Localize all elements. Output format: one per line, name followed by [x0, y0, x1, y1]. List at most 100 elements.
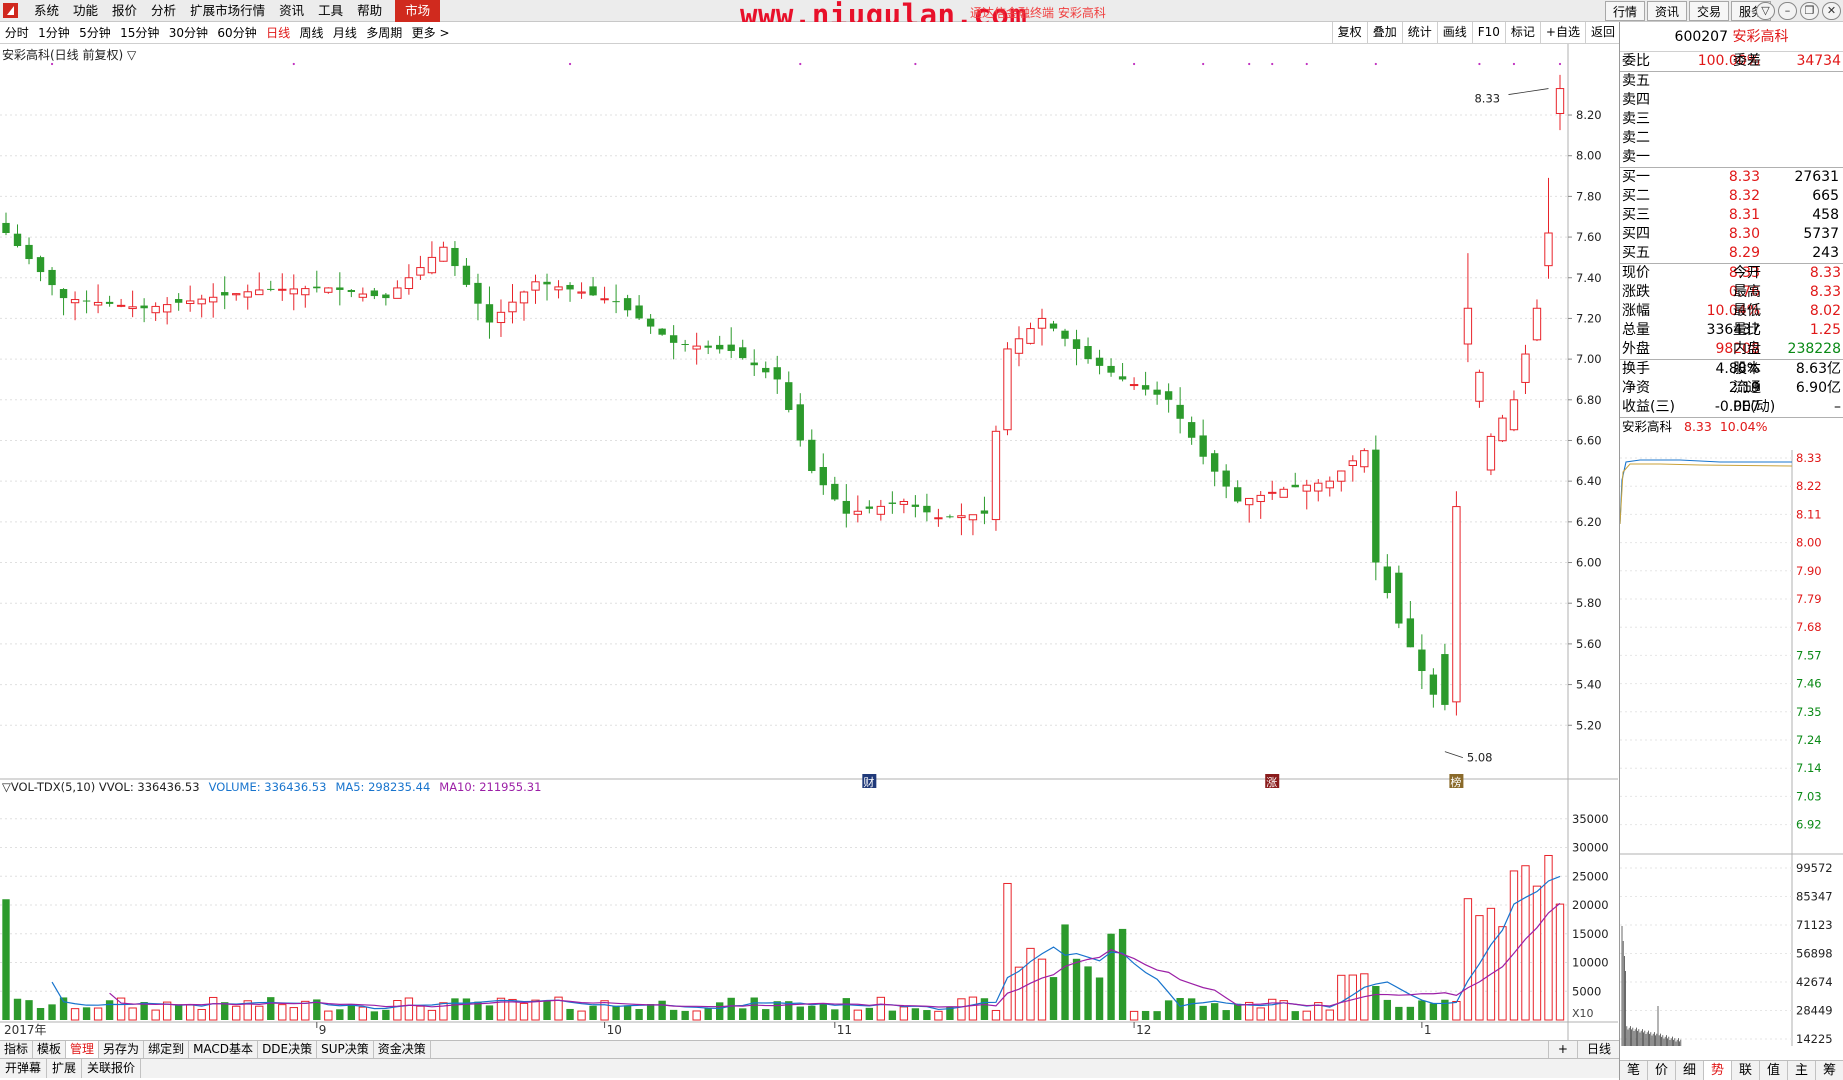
top-button[interactable]: 行情	[1604, 1, 1645, 21]
mini-volume-label: 56898	[1796, 947, 1833, 961]
tool-button[interactable]: 叠加	[1366, 22, 1402, 44]
menu-icon[interactable]: ▽	[1756, 2, 1775, 20]
period-tab[interactable]: 60分钟	[213, 22, 262, 44]
kline-chart[interactable]: 8.20 8.00 7.80 7.60 7.40 7.20 7.00 6.80 6.60 6.40…	[0, 44, 1620, 1040]
period-tab[interactable]: 日线	[261, 22, 294, 44]
mini-price-label: 8.33	[1796, 451, 1822, 465]
period-tab[interactable]: 分时	[0, 22, 33, 44]
indicator-tab[interactable]: SUP决策	[317, 1041, 374, 1058]
volume-bar	[589, 1005, 597, 1020]
volume-bar	[1061, 924, 1069, 1020]
quote-tab[interactable]: 价	[1648, 1061, 1676, 1080]
indicator-tab-right-item[interactable]: +	[1547, 1041, 1577, 1058]
period-tab[interactable]: 1分钟	[33, 22, 74, 44]
vol-indicator-name[interactable]: ▽VOL-TDX(5,10) VVOL: 336436.53	[2, 780, 200, 794]
indicator-tab[interactable]: MACD基本	[189, 1041, 259, 1058]
indicator-tab-right-item[interactable]: 日线	[1576, 1041, 1620, 1058]
volume-bar	[1049, 977, 1058, 1020]
top-button[interactable]: 资讯	[1646, 1, 1687, 21]
order-label: 买三	[1622, 207, 1650, 223]
stat-label: 最低	[1733, 303, 1761, 319]
extra-tab[interactable]: 开弹幕	[0, 1059, 48, 1078]
info-dot	[1558, 62, 1562, 66]
mini-price-label: 7.35	[1796, 705, 1822, 719]
period-tab[interactable]: 月线	[328, 22, 361, 44]
candle-body	[1141, 385, 1150, 390]
indicator-tab[interactable]: 管理	[66, 1041, 100, 1058]
indicator-tab[interactable]: 另存为	[99, 1041, 145, 1058]
order-price: 8.31	[1728, 207, 1760, 223]
volume-bar	[773, 1001, 781, 1020]
menu-item-market[interactable]: 市场	[395, 0, 441, 22]
tool-button[interactable]: 标记	[1504, 22, 1540, 44]
candle-body	[162, 304, 172, 313]
chart-title[interactable]: 安彩高科(日线 前复权) ▽	[2, 46, 136, 63]
volume-bar	[1014, 966, 1024, 1021]
indicator-tab[interactable]: 模板	[33, 1041, 67, 1058]
candle-body	[70, 299, 80, 304]
menu-item[interactable]: 系统	[27, 0, 66, 22]
quote-tab[interactable]: 细	[1676, 1061, 1704, 1080]
volume-bar	[197, 1008, 206, 1021]
window-controls: ▽ – ❐ ✕	[1753, 2, 1841, 20]
quote-tab[interactable]: 势	[1704, 1061, 1732, 1080]
indicator-tab[interactable]: 资金决策	[374, 1041, 431, 1058]
quote-tab[interactable]: 笔	[1620, 1061, 1648, 1080]
price-axis-label: 7.20	[1576, 311, 1602, 325]
mini-avg-line	[1620, 463, 1793, 525]
menu-item[interactable]: 分析	[144, 0, 183, 22]
menu-item[interactable]: 扩展市场行情	[183, 0, 272, 22]
menu-item[interactable]: 报价	[105, 0, 144, 22]
volume-bar	[393, 1000, 402, 1021]
tool-button[interactable]: 复权	[1331, 22, 1367, 44]
volume-bar	[128, 1007, 137, 1021]
candle-body	[1383, 566, 1392, 594]
menu-item[interactable]: 帮助	[350, 0, 389, 22]
extra-tab[interactable]: 关联报价	[82, 1059, 142, 1078]
quote-tab[interactable]: 筹	[1816, 1061, 1843, 1080]
close-icon[interactable]: ✕	[1822, 2, 1841, 20]
volume-bar	[842, 998, 850, 1020]
stat-value: 8.02	[1809, 303, 1841, 319]
tool-button[interactable]: 返回	[1584, 22, 1620, 44]
candle-body	[1026, 328, 1035, 344]
volume-bar	[923, 1010, 931, 1020]
quote-tab[interactable]: 主	[1788, 1061, 1816, 1080]
indicator-tab[interactable]: 绑定到	[144, 1041, 190, 1058]
minimize-icon[interactable]: –	[1778, 2, 1797, 20]
sell-order-row: 卖四	[1620, 91, 1843, 110]
restore-icon[interactable]: ❐	[1800, 2, 1819, 20]
volume-bar	[221, 1002, 229, 1020]
candle-body	[232, 293, 241, 296]
intraday-chart[interactable]: 8.33 8.22 8.11 8.00 7.90 7.79 7.68 7.57 7.46 7.35…	[1620, 450, 1843, 1060]
candle-body	[1395, 572, 1403, 624]
menu-item[interactable]: 工具	[311, 0, 350, 22]
quote-tab[interactable]: 值	[1760, 1061, 1788, 1080]
volume-bar	[1141, 1010, 1150, 1020]
volume-unit-label: X10	[1572, 1007, 1594, 1020]
quote-tab[interactable]: 联	[1732, 1061, 1760, 1080]
menu-item[interactable]: 功能	[66, 0, 105, 22]
tool-button[interactable]: 画线	[1436, 22, 1472, 44]
indicator-tab[interactable]: DDE决策	[258, 1041, 318, 1058]
mini-price-label: 7.79	[1796, 592, 1822, 606]
indicator-tab[interactable]: 指标	[0, 1041, 34, 1058]
period-tab[interactable]: 更多 >	[407, 22, 454, 44]
menu-item[interactable]: 资讯	[272, 0, 311, 22]
tool-button[interactable]: +自选	[1539, 22, 1585, 44]
period-tab[interactable]: 多周期	[362, 22, 407, 44]
tool-button[interactable]: 统计	[1401, 22, 1437, 44]
info-dot	[1202, 62, 1205, 66]
period-tab[interactable]: 30分钟	[164, 22, 213, 44]
top-button[interactable]: 交易	[1688, 1, 1729, 21]
extra-tab[interactable]: 扩展	[47, 1059, 83, 1078]
period-tab[interactable]: 5分钟	[74, 22, 115, 44]
price-axis-label: 7.40	[1576, 271, 1602, 285]
candle-body	[2, 222, 10, 233]
period-tab[interactable]: 周线	[295, 22, 328, 44]
candle-body	[646, 318, 655, 327]
tool-button[interactable]: F10	[1471, 22, 1505, 44]
order-label: 卖四	[1622, 92, 1650, 108]
month-label: 12	[1136, 1023, 1151, 1037]
period-tab[interactable]: 15分钟	[115, 22, 164, 44]
